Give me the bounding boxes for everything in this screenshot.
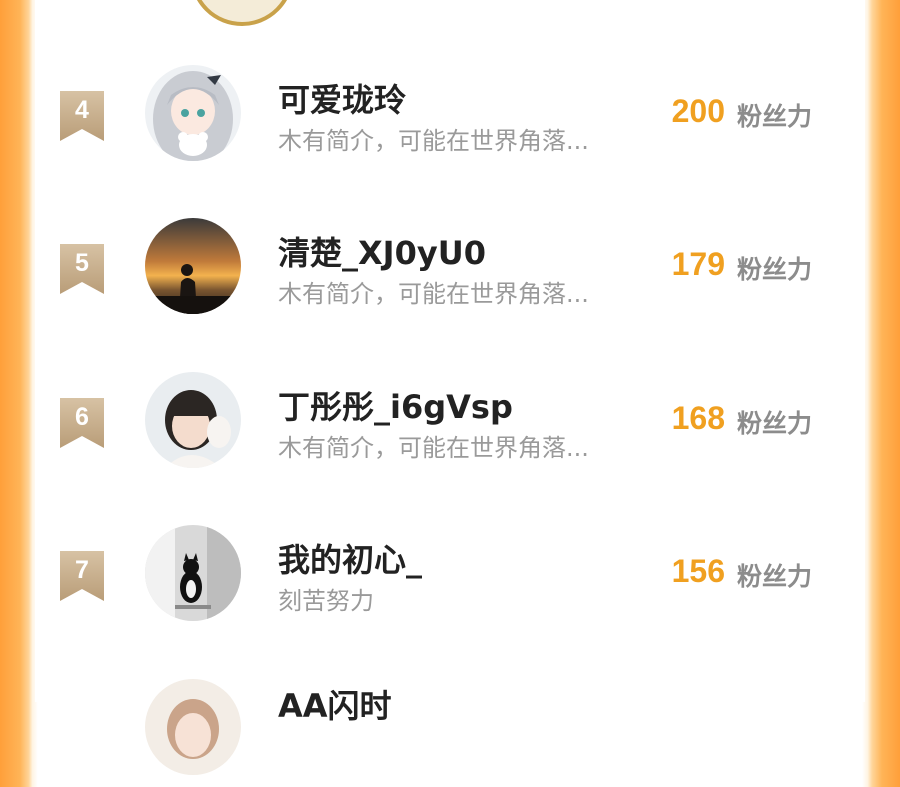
fan-power-score: 200 <box>671 93 725 129</box>
list-item[interactable]: AA闪时 <box>35 667 865 787</box>
leaderboard-card: 4 可爱珑玲 木有简介，可能在世界角落... 200 粉丝力 5 清楚_XJ0y… <box>35 0 865 775</box>
avatar[interactable] <box>145 525 241 621</box>
fan-power-score: 156 <box>671 553 725 589</box>
user-bio: 刻苦努力 <box>278 587 374 615</box>
fan-power-label: 粉丝力 <box>737 409 813 438</box>
user-name[interactable]: 丁彤彤_i6gVsp <box>278 382 513 428</box>
user-name[interactable]: 我的初心_ <box>278 535 422 581</box>
rank-badge: 4 <box>60 91 104 141</box>
user-name[interactable]: 清楚_XJ0yU0 <box>278 228 486 274</box>
fan-power-label: 粉丝力 <box>737 255 813 284</box>
list-item[interactable]: 4 可爱珑玲 木有简介，可能在世界角落... 200 粉丝力 <box>35 53 865 173</box>
avatar-previous[interactable] <box>190 0 294 26</box>
user-bio: 木有简介，可能在世界角落... <box>278 434 589 462</box>
rank-badge: 7 <box>60 551 104 601</box>
list-item[interactable]: 7 我的初心_ 刻苦努力 156 粉丝力 <box>35 513 865 633</box>
list-item[interactable]: 5 清楚_XJ0yU0 木有简介，可能在世界角落... 179 粉丝力 <box>35 206 865 326</box>
rank-badge: 6 <box>60 398 104 448</box>
fan-power-label: 粉丝力 <box>737 102 813 131</box>
list-item[interactable]: 6 丁彤彤_i6gVsp 木有简介，可能在世界角落... 168 粉丝力 <box>35 360 865 480</box>
user-bio: 木有简介，可能在世界角落... <box>278 127 589 155</box>
avatar[interactable] <box>145 65 241 161</box>
fan-power-label: 粉丝力 <box>737 562 813 591</box>
avatar[interactable] <box>145 372 241 468</box>
rank-badge: 5 <box>60 244 104 294</box>
avatar[interactable] <box>145 218 241 314</box>
user-name[interactable]: AA闪时 <box>278 681 392 727</box>
avatar[interactable] <box>145 679 241 775</box>
user-name[interactable]: 可爱珑玲 <box>278 75 406 121</box>
user-bio: 木有简介，可能在世界角落... <box>278 280 589 308</box>
fan-power-score: 168 <box>671 400 725 436</box>
fan-power-score: 179 <box>671 246 725 282</box>
